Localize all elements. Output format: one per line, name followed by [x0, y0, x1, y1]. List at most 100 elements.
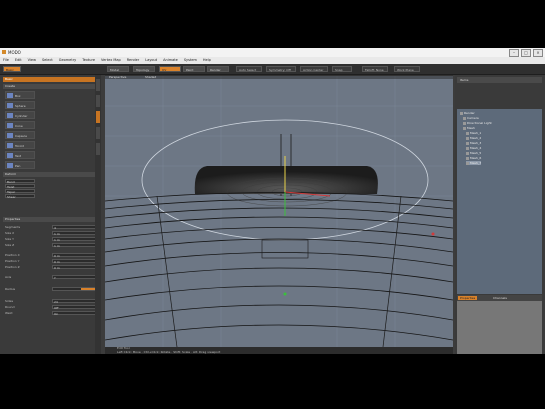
action-center-dropdown[interactable]: Action Center [300, 66, 328, 72]
tree-item[interactable]: Camera [463, 116, 479, 120]
prop-size-z-field[interactable]: 1 m [52, 243, 96, 248]
tool-sphere-button[interactable]: Sphere [5, 101, 35, 109]
close-button[interactable]: × [533, 49, 543, 57]
symmetry-dropdown[interactable]: Symmetry: Off [266, 66, 296, 72]
prop-label: Position Z [5, 265, 20, 269]
deform-twist-item[interactable]: Twist [5, 184, 35, 189]
capsule-icon [7, 133, 13, 138]
modo-app-window: MODO – □ × File Edit View Select Geometr… [0, 48, 545, 354]
box-icon [7, 93, 13, 98]
deform-shear-item[interactable]: Shear [5, 194, 35, 199]
tab-channels[interactable]: Channels [491, 296, 509, 300]
menu-select[interactable]: Select [42, 57, 53, 64]
prop-label: Round [5, 305, 15, 309]
side-tab-active[interactable] [96, 111, 100, 123]
menu-file[interactable]: File [3, 57, 9, 64]
items-panel: Items Render Camera Directional Light Me… [455, 75, 545, 354]
main-toolbar: Basic Model Topology UV Paint Render Aut… [0, 64, 545, 75]
deform-taper-item[interactable]: Taper [5, 189, 35, 194]
menu-edit[interactable]: Edit [15, 57, 22, 64]
properties-header[interactable]: Properties [3, 217, 95, 222]
tree-item[interactable]: Mesh_3 [466, 141, 481, 145]
tool-box-button[interactable]: Box [5, 91, 35, 99]
falloff-dropdown[interactable]: Falloff: None [362, 66, 388, 72]
side-tab[interactable] [96, 143, 100, 155]
tool-cylinder-button[interactable]: Cylinder [5, 111, 35, 119]
menu-help[interactable]: Help [203, 57, 211, 64]
properties-panel [457, 301, 542, 354]
prop-label: Size Y [5, 237, 14, 241]
prop-position-z-field[interactable]: 0 m [52, 265, 96, 270]
tool-cone-button[interactable]: Cone [5, 121, 35, 129]
radius-slider[interactable] [52, 287, 96, 291]
menu-bar: File Edit View Select Geometry Texture V… [0, 57, 545, 64]
menu-system[interactable]: System [184, 57, 197, 64]
prop-label: Position Y [5, 259, 20, 263]
tree-item[interactable]: Render [460, 111, 475, 115]
prop-label: Position X [5, 253, 20, 257]
auto-select-dropdown[interactable]: Auto Select [236, 66, 262, 72]
tab-render[interactable]: Render [207, 66, 229, 72]
toolbox-header[interactable]: Basic [3, 77, 95, 82]
tree-item[interactable]: Directional Light [463, 121, 492, 125]
tree-item-selected[interactable]: Mesh_7 [466, 161, 482, 165]
tool-text-button[interactable]: Text [5, 151, 35, 159]
text-icon [7, 153, 13, 158]
minimize-button[interactable]: – [509, 49, 519, 57]
menu-geometry[interactable]: Geometry [59, 57, 76, 64]
viewport-view-label[interactable]: Perspective [109, 75, 126, 79]
prop-position-y-field[interactable]: 0 m [52, 259, 96, 264]
item-tree: Render Camera Directional Light Mesh Mes… [457, 109, 542, 294]
prop-round-field[interactable]: Off [52, 305, 96, 310]
status-hint: Left Click: Move · Ctrl+Click: Rotate · … [117, 349, 221, 354]
viewport-header: Perspective Shaded [105, 75, 453, 79]
tool-capsule-button[interactable]: Capsule [5, 131, 35, 139]
prop-size-x-field[interactable]: 1 m [52, 231, 96, 236]
tab-paint[interactable]: Paint [183, 66, 205, 72]
create-section-header[interactable]: Create [3, 84, 95, 89]
viewport-shading-label[interactable]: Shaded [145, 75, 156, 79]
tab-topology[interactable]: Topology [133, 66, 155, 72]
menu-view[interactable]: View [28, 57, 36, 64]
toroid-icon [7, 143, 13, 148]
prop-position-x-field[interactable]: 0 m [52, 253, 96, 258]
tree-item[interactable]: Mesh_5 [466, 151, 481, 155]
prop-weld-field[interactable]: On [52, 311, 96, 316]
viewport-status-bar: Edit Tool Left Click: Move · Ctrl+Click:… [105, 346, 453, 354]
menu-animate[interactable]: Animate [163, 57, 178, 64]
tree-item[interactable]: Mesh_1 [466, 131, 481, 135]
deform-section-header[interactable]: Deform [3, 172, 95, 177]
tool-label: Pen [15, 164, 21, 168]
tool-toroid-button[interactable]: Toroid [5, 141, 35, 149]
side-tab[interactable] [96, 127, 100, 139]
3d-viewport[interactable] [105, 76, 453, 347]
side-tab[interactable] [96, 79, 100, 91]
items-header[interactable]: Items [457, 77, 542, 83]
tree-item[interactable]: Mesh_4 [466, 146, 481, 150]
work-plane-dropdown[interactable]: Work Plane [394, 66, 420, 72]
tab-properties[interactable]: Properties [458, 296, 478, 300]
prop-sides-field[interactable]: 24 [52, 299, 96, 304]
tool-label: Toroid [15, 144, 24, 148]
prop-axis-field[interactable]: Y [52, 275, 96, 280]
tree-item[interactable]: Mesh [463, 126, 475, 130]
app-icon [2, 50, 6, 54]
prop-segments-field[interactable]: 4 [52, 225, 96, 230]
tree-item[interactable]: Mesh_6 [466, 156, 481, 160]
snap-dropdown[interactable]: Snap [332, 66, 352, 72]
tree-item[interactable]: Mesh_2 [466, 136, 481, 140]
tool-pen-button[interactable]: Pen [5, 161, 35, 169]
menu-render[interactable]: Render [127, 57, 139, 64]
prop-label: Weld [5, 311, 13, 315]
menu-layout[interactable]: Layout [145, 57, 157, 64]
deform-bend-item[interactable]: Bend [5, 179, 35, 184]
prop-size-y-field[interactable]: 1 m [52, 237, 96, 242]
tool-label: Text [15, 154, 22, 158]
tab-uv[interactable]: UV [159, 66, 181, 72]
side-tab[interactable] [96, 95, 100, 107]
menu-vertex-map[interactable]: Vertex Map [101, 57, 121, 64]
tab-model[interactable]: Model [107, 66, 129, 72]
menu-texture[interactable]: Texture [82, 57, 95, 64]
maximize-button[interactable]: □ [521, 49, 531, 57]
toolbox-tab[interactable]: Basic [3, 66, 21, 72]
